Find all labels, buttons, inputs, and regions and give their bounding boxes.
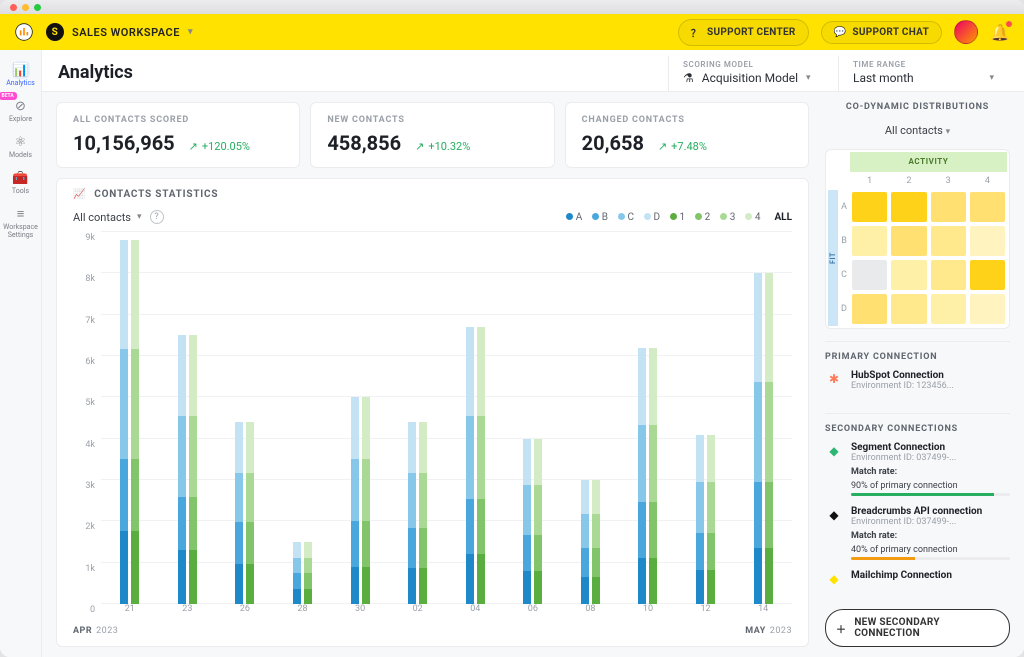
- user-avatar[interactable]: [954, 20, 978, 44]
- legend-all[interactable]: ALL: [774, 212, 792, 223]
- bar-group-04[interactable]: [446, 232, 504, 604]
- connection-icon: ◆: [825, 570, 843, 588]
- trend-up-icon: ↗: [415, 140, 424, 153]
- nav-analytics[interactable]: 📊 Analytics: [1, 58, 41, 90]
- heatmap-cell[interactable]: [891, 294, 926, 324]
- heatmap-cell[interactable]: [891, 192, 926, 222]
- legend-item-1[interactable]: 1: [670, 212, 685, 223]
- heatmap-cell[interactable]: [931, 226, 966, 256]
- trend-up-icon: ↗: [658, 140, 667, 153]
- bar-group-02[interactable]: [389, 232, 447, 604]
- chart-line-icon: 📈: [73, 189, 86, 200]
- plus-icon: ＋: [836, 621, 846, 636]
- page-title: Analytics: [58, 62, 133, 91]
- bar-group-08[interactable]: [562, 232, 620, 604]
- chevron-down-icon: ▾: [137, 212, 142, 222]
- toolbox-icon: 🧰: [12, 169, 30, 187]
- metric-card-1: NEW CONTACTS 458,856 ↗+10.32%: [310, 102, 554, 168]
- heatmap-cell[interactable]: [970, 226, 1005, 256]
- secondary-connection-0[interactable]: ◆ Segment Connection Environment ID: 037…: [825, 442, 1010, 496]
- bar-group-12[interactable]: [677, 232, 735, 604]
- secondary-connection-2[interactable]: ◆ Mailchimp Connection: [825, 570, 1010, 588]
- flask-icon: ⚗: [683, 71, 694, 85]
- workspace-selector[interactable]: S SALES WORKSPACE ▾: [46, 23, 193, 41]
- primary-connection[interactable]: ✱ HubSpot Connection Environment ID: 123…: [825, 370, 1010, 391]
- heatmap: ACTIVITY 1234 FIT ABCD: [825, 149, 1010, 329]
- bar-group-23[interactable]: [159, 232, 217, 604]
- legend-item-3[interactable]: 3: [720, 212, 735, 223]
- nav-models[interactable]: ⚛ Models: [1, 130, 41, 162]
- bar-group-14[interactable]: [734, 232, 792, 604]
- nav-explore[interactable]: BETA ⊘ Explore: [1, 94, 41, 126]
- heatmap-cell[interactable]: [852, 294, 887, 324]
- help-icon: ？: [691, 25, 701, 40]
- connection-icon: ◆: [825, 506, 843, 524]
- heatmap-cell[interactable]: [852, 192, 887, 222]
- legend-item-4[interactable]: 4: [745, 212, 760, 223]
- bar-group-10[interactable]: [619, 232, 677, 604]
- time-range-selector[interactable]: TIME RANGE Last month▾: [838, 56, 1008, 91]
- chart-legend: A B C D 1 2 3 4 ALL: [566, 212, 792, 223]
- bar-group-28[interactable]: [274, 232, 332, 604]
- legend-item-B[interactable]: B: [592, 212, 608, 223]
- connection-icon: ◆: [825, 442, 843, 460]
- heatmap-cell[interactable]: [852, 226, 887, 256]
- legend-item-2[interactable]: 2: [695, 212, 710, 223]
- trend-up-icon: ↗: [189, 140, 198, 153]
- heatmap-cell[interactable]: [931, 192, 966, 222]
- bar-group-30[interactable]: [331, 232, 389, 604]
- notifications-button[interactable]: 🔔: [990, 23, 1010, 42]
- chart-filter-dropdown[interactable]: All contacts ▾: [73, 211, 142, 224]
- bar-group-06[interactable]: [504, 232, 562, 604]
- scoring-model-selector[interactable]: SCORING MODEL ⚗Acquisition Model▾: [668, 56, 838, 91]
- metric-card-0: ALL CONTACTS SCORED 10,156,965 ↗+120.05%: [56, 102, 300, 168]
- chart-title: CONTACTS STATISTICS: [94, 189, 218, 200]
- bar-group-26[interactable]: [216, 232, 274, 604]
- bar-group-21[interactable]: [101, 232, 159, 604]
- models-icon: ⚛: [12, 133, 30, 151]
- chevron-down-icon: ▾: [989, 73, 994, 83]
- support-center-button[interactable]: ？ SUPPORT CENTER: [678, 19, 809, 46]
- support-chat-button[interactable]: 💬 SUPPORT CHAT: [821, 21, 942, 44]
- breadcrumbs-logo-icon: [14, 22, 34, 42]
- subheader: Analytics SCORING MODEL ⚗Acquisition Mod…: [42, 50, 1024, 92]
- chat-icon: 💬: [834, 27, 847, 38]
- heatmap-cell[interactable]: [970, 294, 1005, 324]
- legend-item-A[interactable]: A: [566, 212, 582, 223]
- chevron-down-icon: ▾: [188, 27, 193, 37]
- analytics-icon: 📊: [12, 61, 30, 79]
- legend-item-C[interactable]: C: [618, 212, 634, 223]
- nav-workspace-settings[interactable]: ≡ Workspace Settings: [1, 202, 41, 242]
- heatmap-cell[interactable]: [891, 260, 926, 290]
- secondary-connections-title: SECONDARY CONNECTIONS: [825, 424, 1010, 434]
- secondary-connection-1[interactable]: ◆ Breadcrumbs API connection Environment…: [825, 506, 1010, 560]
- contacts-statistics-panel: 📈 CONTACTS STATISTICS All contacts ▾ ? A…: [56, 178, 809, 647]
- settings-icon: ≡: [12, 205, 30, 223]
- help-icon[interactable]: ?: [150, 210, 164, 224]
- chevron-down-icon: ▾: [806, 73, 811, 83]
- bell-icon: 🔔: [990, 23, 1010, 42]
- primary-connection-block: PRIMARY CONNECTION ✱ HubSpot Connection …: [825, 341, 1010, 401]
- distributions-title: CO-DYNAMIC DISTRIBUTIONS: [825, 102, 1010, 112]
- heatmap-cell[interactable]: [970, 192, 1005, 222]
- new-secondary-connection-button[interactable]: ＋ NEW SECONDARY CONNECTION: [825, 609, 1010, 647]
- topbar: S SALES WORKSPACE ▾ ？ SUPPORT CENTER 💬 S…: [0, 14, 1024, 50]
- left-nav: 📊 Analytics BETA ⊘ Explore ⚛ Models 🧰 To…: [0, 50, 42, 657]
- heatmap-cell[interactable]: [931, 260, 966, 290]
- heatmap-cell[interactable]: [852, 260, 887, 290]
- heatmap-cell[interactable]: [970, 260, 1005, 290]
- hubspot-icon: ✱: [825, 370, 843, 388]
- heatmap-cell[interactable]: [931, 294, 966, 324]
- nav-tools[interactable]: 🧰 Tools: [1, 166, 41, 198]
- distributions-filter-dropdown[interactable]: All contacts ▾: [825, 124, 1010, 137]
- chevron-down-icon: ▾: [946, 127, 951, 137]
- heatmap-cell[interactable]: [891, 226, 926, 256]
- legend-item-D[interactable]: D: [644, 212, 660, 223]
- metric-card-2: CHANGED CONTACTS 20,658 ↗+7.48%: [565, 102, 809, 168]
